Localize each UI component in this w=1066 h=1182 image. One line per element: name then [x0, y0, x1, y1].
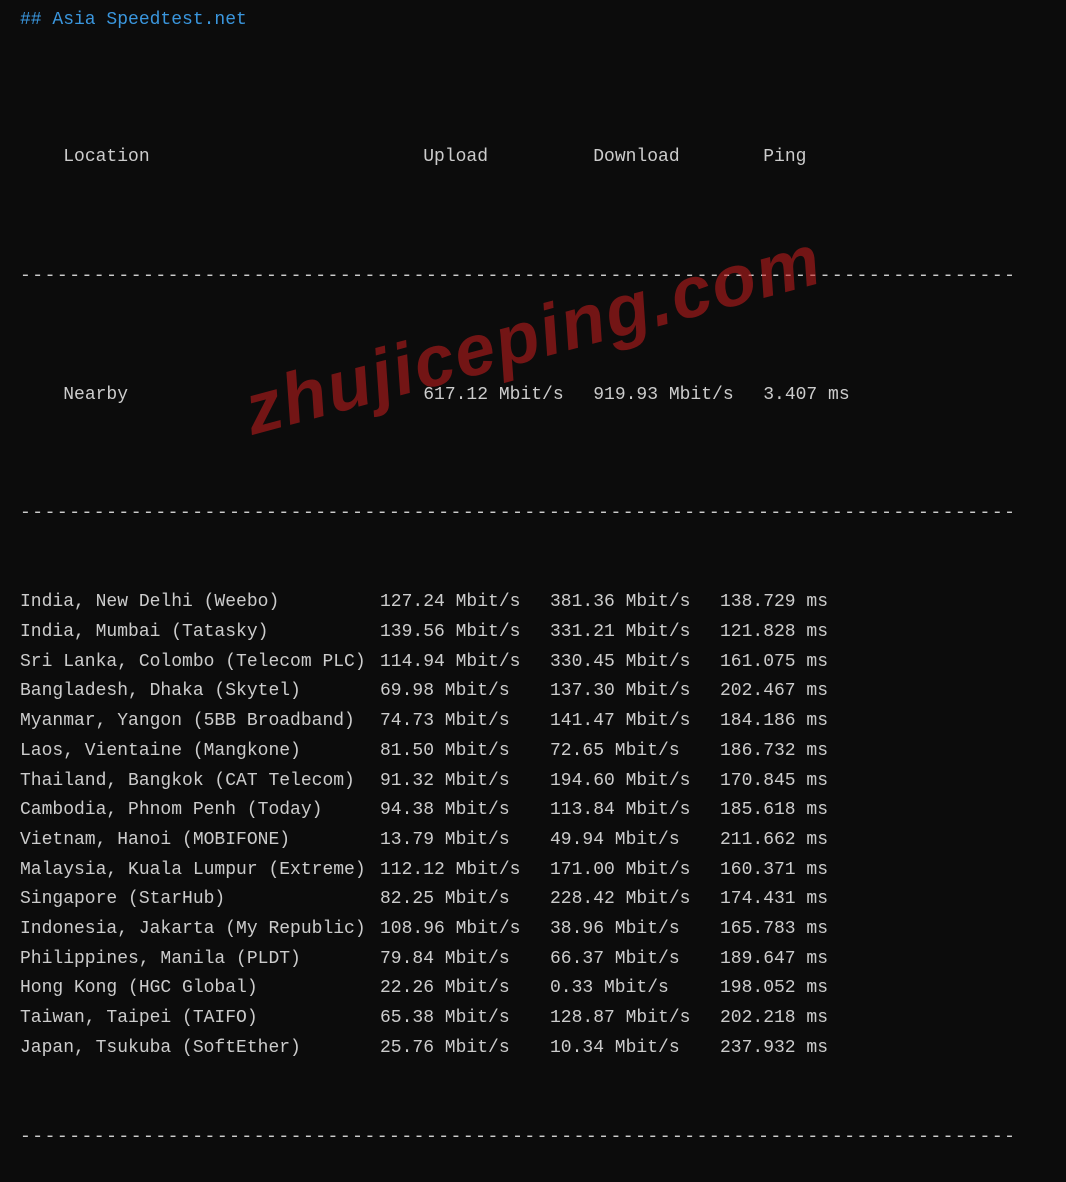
table-row: India, Mumbai (Tatasky)139.56 Mbit/s331.… [20, 618, 1046, 648]
cell-upload: 69.98 Mbit/s [380, 677, 550, 707]
page-title: ## Asia Speedtest.net [20, 10, 1046, 30]
cell-download: 194.60 Mbit/s [550, 767, 720, 797]
cell-location: Vietnam, Hanoi (MOBIFONE) [20, 826, 380, 856]
cell-location: Singapore (StarHub) [20, 885, 380, 915]
cell-ping: 121.828 ms [720, 618, 840, 648]
cell-ping: 170.845 ms [720, 767, 840, 797]
cell-ping: 174.431 ms [720, 885, 840, 915]
table-row: Malaysia, Kuala Lumpur (Extreme)112.12 M… [20, 856, 1046, 886]
table-header-row: LocationUploadDownloadPing [20, 113, 1046, 202]
header-location: Location [63, 143, 423, 173]
cell-ping: 202.467 ms [720, 677, 840, 707]
cell-upload: 13.79 Mbit/s [380, 826, 550, 856]
header-download: Download [593, 143, 763, 173]
cell-download: 10.34 Mbit/s [550, 1034, 720, 1064]
separator-line: ----------------------------------------… [20, 499, 1046, 529]
cell-location: Laos, Vientaine (Mangkone) [20, 737, 380, 767]
separator-line: ----------------------------------------… [20, 1123, 1046, 1153]
cell-download: 38.96 Mbit/s [550, 915, 720, 945]
cell-download: 330.45 Mbit/s [550, 648, 720, 678]
speedtest-table: LocationUploadDownloadPing -------------… [20, 54, 1046, 1182]
table-row: Thailand, Bangkok (CAT Telecom)91.32 Mbi… [20, 767, 1046, 797]
table-row: Cambodia, Phnom Penh (Today)94.38 Mbit/s… [20, 796, 1046, 826]
cell-upload: 91.32 Mbit/s [380, 767, 550, 797]
cell-location: India, New Delhi (Weebo) [20, 588, 380, 618]
cell-upload: 108.96 Mbit/s [380, 915, 550, 945]
cell-download: 113.84 Mbit/s [550, 796, 720, 826]
table-row: Singapore (StarHub)82.25 Mbit/s228.42 Mb… [20, 885, 1046, 915]
cell-download: 72.65 Mbit/s [550, 737, 720, 767]
cell-location: Philippines, Manila (PLDT) [20, 945, 380, 975]
cell-download: 49.94 Mbit/s [550, 826, 720, 856]
cell-ping: 202.218 ms [720, 1004, 840, 1034]
table-row: Taiwan, Taipei (TAIFO)65.38 Mbit/s128.87… [20, 1004, 1046, 1034]
table-row: Laos, Vientaine (Mangkone)81.50 Mbit/s72… [20, 737, 1046, 767]
nearby-location: Nearby [63, 381, 423, 411]
cell-ping: 189.647 ms [720, 945, 840, 975]
separator-line: ----------------------------------------… [20, 262, 1046, 292]
cell-download: 171.00 Mbit/s [550, 856, 720, 886]
cell-upload: 114.94 Mbit/s [380, 648, 550, 678]
table-row: Bangladesh, Dhaka (Skytel)69.98 Mbit/s13… [20, 677, 1046, 707]
cell-ping: 186.732 ms [720, 737, 840, 767]
cell-ping: 138.729 ms [720, 588, 840, 618]
cell-location: Japan, Tsukuba (SoftEther) [20, 1034, 380, 1064]
table-row: Myanmar, Yangon (5BB Broadband)74.73 Mbi… [20, 707, 1046, 737]
cell-ping: 160.371 ms [720, 856, 840, 886]
nearby-upload: 617.12 Mbit/s [423, 381, 593, 411]
rows-container: India, New Delhi (Weebo)127.24 Mbit/s381… [20, 588, 1046, 1063]
cell-upload: 22.26 Mbit/s [380, 974, 550, 1004]
table-row: Indonesia, Jakarta (My Republic)108.96 M… [20, 915, 1046, 945]
table-row: India, New Delhi (Weebo)127.24 Mbit/s381… [20, 588, 1046, 618]
cell-ping: 198.052 ms [720, 974, 840, 1004]
cell-location: Myanmar, Yangon (5BB Broadband) [20, 707, 380, 737]
cell-upload: 94.38 Mbit/s [380, 796, 550, 826]
cell-ping: 211.662 ms [720, 826, 840, 856]
cell-download: 66.37 Mbit/s [550, 945, 720, 975]
cell-upload: 127.24 Mbit/s [380, 588, 550, 618]
cell-ping: 237.932 ms [720, 1034, 840, 1064]
table-row: Sri Lanka, Colombo (Telecom PLC)114.94 M… [20, 648, 1046, 678]
cell-location: Cambodia, Phnom Penh (Today) [20, 796, 380, 826]
cell-location: Sri Lanka, Colombo (Telecom PLC) [20, 648, 380, 678]
cell-upload: 139.56 Mbit/s [380, 618, 550, 648]
cell-location: Bangladesh, Dhaka (Skytel) [20, 677, 380, 707]
table-row: Hong Kong (HGC Global)22.26 Mbit/s0.33 M… [20, 974, 1046, 1004]
cell-download: 141.47 Mbit/s [550, 707, 720, 737]
cell-download: 331.21 Mbit/s [550, 618, 720, 648]
cell-download: 128.87 Mbit/s [550, 1004, 720, 1034]
table-row: Philippines, Manila (PLDT)79.84 Mbit/s66… [20, 945, 1046, 975]
cell-download: 228.42 Mbit/s [550, 885, 720, 915]
nearby-download: 919.93 Mbit/s [593, 381, 763, 411]
cell-ping: 165.783 ms [720, 915, 840, 945]
cell-location: India, Mumbai (Tatasky) [20, 618, 380, 648]
cell-upload: 112.12 Mbit/s [380, 856, 550, 886]
cell-download: 137.30 Mbit/s [550, 677, 720, 707]
nearby-ping: 3.407 ms [763, 381, 883, 411]
cell-upload: 79.84 Mbit/s [380, 945, 550, 975]
cell-upload: 74.73 Mbit/s [380, 707, 550, 737]
cell-location: Taiwan, Taipei (TAIFO) [20, 1004, 380, 1034]
cell-upload: 82.25 Mbit/s [380, 885, 550, 915]
cell-ping: 184.186 ms [720, 707, 840, 737]
cell-upload: 65.38 Mbit/s [380, 1004, 550, 1034]
cell-ping: 185.618 ms [720, 796, 840, 826]
header-upload: Upload [423, 143, 593, 173]
cell-upload: 25.76 Mbit/s [380, 1034, 550, 1064]
cell-download: 381.36 Mbit/s [550, 588, 720, 618]
header-ping: Ping [763, 143, 883, 173]
cell-location: Thailand, Bangkok (CAT Telecom) [20, 767, 380, 797]
table-row: Japan, Tsukuba (SoftEther)25.76 Mbit/s10… [20, 1034, 1046, 1064]
cell-location: Indonesia, Jakarta (My Republic) [20, 915, 380, 945]
cell-upload: 81.50 Mbit/s [380, 737, 550, 767]
cell-location: Hong Kong (HGC Global) [20, 974, 380, 1004]
cell-download: 0.33 Mbit/s [550, 974, 720, 1004]
table-row: Vietnam, Hanoi (MOBIFONE)13.79 Mbit/s49.… [20, 826, 1046, 856]
nearby-row: Nearby617.12 Mbit/s919.93 Mbit/s3.407 ms [20, 351, 1046, 440]
cell-location: Malaysia, Kuala Lumpur (Extreme) [20, 856, 380, 886]
cell-ping: 161.075 ms [720, 648, 840, 678]
